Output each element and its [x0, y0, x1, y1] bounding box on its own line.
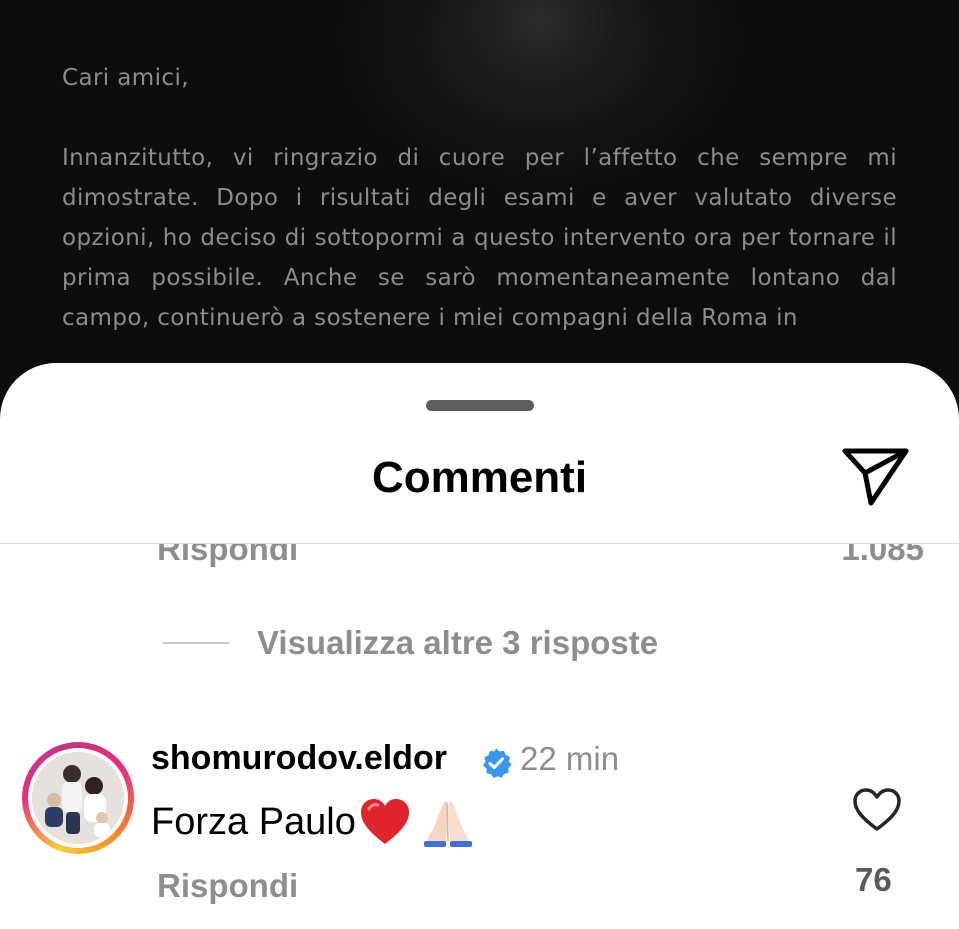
share-button[interactable] — [840, 445, 912, 507]
previous-like-count: 1.085 — [841, 544, 924, 567]
comment-timestamp: 22 min — [520, 740, 620, 777]
avatar-photo — [32, 752, 124, 844]
post-image: Cari amici, Innanzitutto, vi ringrazio d… — [0, 0, 959, 420]
heart-outline-icon[interactable] — [852, 787, 902, 833]
comment-username[interactable]: shomurodov.eldor — [151, 739, 447, 778]
post-statement: Cari amici, Innanzitutto, vi ringrazio d… — [62, 58, 897, 338]
comments-sheet: Commenti Rispondi 1.085 Visualizza altre… — [0, 363, 959, 929]
sheet-title: Commenti — [371, 453, 588, 502]
comments-list[interactable]: Rispondi 1.085 Visualizza altre 3 rispos… — [0, 544, 959, 929]
avatar-story-ring[interactable] — [22, 742, 134, 854]
sheet-grabber-handle[interactable] — [426, 400, 534, 411]
comment-item: shomurodov.eldor 22 min Forza Paulo Risp… — [0, 739, 959, 929]
reply-button[interactable]: Rispondi — [157, 867, 298, 905]
folded-hands-emoji-icon — [423, 801, 472, 847]
post-greeting: Cari amici, — [62, 65, 189, 91]
comment-text: Forza Paulo — [151, 800, 356, 843]
family-photo-icon — [32, 752, 124, 844]
red-heart-emoji-icon — [360, 799, 409, 844]
comment-body: Forza Paulo — [151, 797, 476, 847]
verified-badge-icon — [483, 748, 512, 778]
avatar — [28, 748, 128, 848]
post-body: Innanzitutto, vi ringrazio di cuore per … — [62, 145, 897, 331]
view-more-replies-label: Visualizza altre 3 risposte — [257, 624, 659, 661]
previous-reply-button[interactable]: Rispondi — [157, 544, 298, 568]
paper-plane-icon — [842, 448, 909, 506]
replies-thread-line — [163, 642, 229, 644]
screen: Cari amici, Innanzitutto, vi ringrazio d… — [0, 0, 959, 929]
view-more-replies-button[interactable]: Visualizza altre 3 risposte — [163, 624, 658, 662]
comment-like-count: 76 — [855, 861, 892, 898]
